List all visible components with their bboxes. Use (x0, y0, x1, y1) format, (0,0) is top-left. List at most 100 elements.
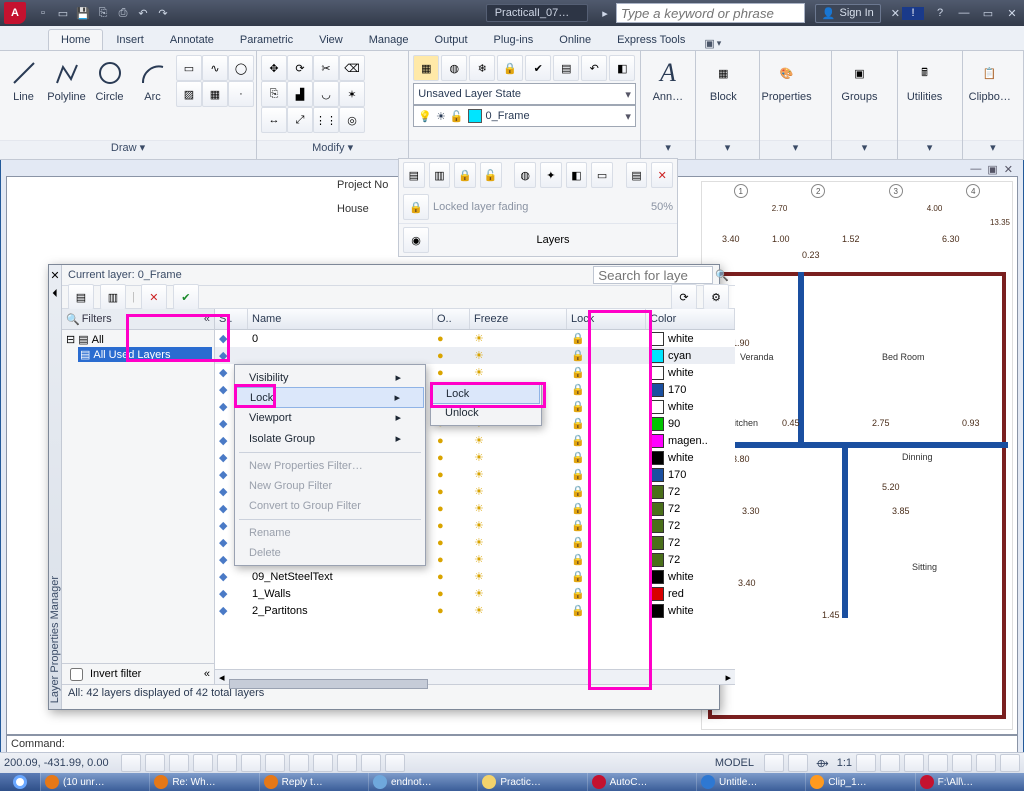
layer-state-combo[interactable]: Unsaved Layer State ▾ (413, 83, 636, 105)
new-layer-icon[interactable]: ▤ (68, 284, 94, 310)
layer-row[interactable]: ◆●☀🔒cyan (215, 347, 735, 364)
layer-row[interactable]: ◆2_Partitons●☀🔒white (215, 602, 735, 619)
explode-icon[interactable]: ✶ (339, 81, 365, 107)
array-icon[interactable]: ⋮⋮ (313, 107, 339, 133)
layer-props-icon[interactable]: ▦ (413, 55, 439, 81)
invert-filter[interactable]: Invert filter« (62, 663, 214, 684)
isolate-obj-icon[interactable] (976, 754, 996, 772)
col-freeze[interactable]: Freeze (470, 309, 567, 329)
qat-redo-icon[interactable]: ↷ (154, 4, 172, 22)
quickview-icon[interactable] (764, 754, 784, 772)
palette-close-icon[interactable]: ✕ (50, 269, 59, 282)
minimize-icon[interactable]: — (956, 7, 972, 20)
am-toggle[interactable] (385, 754, 405, 772)
ducs-toggle[interactable] (265, 754, 285, 772)
qat-open-icon[interactable]: ▭ (54, 4, 72, 22)
layer-make-icon[interactable]: ✔ (525, 55, 551, 81)
layer-tool7-icon[interactable]: ◧ (566, 162, 588, 188)
settings-icon[interactable]: ⚙ (703, 284, 729, 310)
tree-all-used[interactable]: ▤All Used Layers (78, 347, 212, 362)
taskbar-item[interactable]: Reply t… (259, 773, 368, 791)
command-line[interactable]: Command: (6, 735, 1018, 753)
qp-toggle[interactable] (337, 754, 357, 772)
col-lock[interactable]: Lock (567, 309, 646, 329)
copy-icon[interactable]: ⎘ (261, 81, 287, 107)
col-name[interactable]: Name (248, 309, 433, 329)
tab-chevron-icon[interactable]: ▾ (717, 38, 722, 49)
layer-prev-icon[interactable]: ↶ (581, 55, 607, 81)
hardware-accel-icon[interactable] (952, 754, 972, 772)
tab-home[interactable]: Home (48, 29, 103, 50)
anno-vis-icon[interactable] (856, 754, 876, 772)
layer-freeze-icon[interactable]: ❄ (469, 55, 495, 81)
move-icon[interactable]: ✥ (261, 55, 287, 81)
snap-toggle[interactable] (121, 754, 141, 772)
panel-groups[interactable]: ▣Groups▾ (832, 51, 897, 159)
mirror-icon[interactable]: ▟ (287, 81, 313, 107)
tab-online[interactable]: Online (546, 29, 604, 50)
layer-iso-icon[interactable]: ◧ (609, 55, 635, 81)
anno-scale-value[interactable]: 1:1 (837, 757, 852, 769)
ctx-isolate-group[interactable]: Isolate Group▸ (235, 428, 425, 449)
tree-all[interactable]: ⊟▤All (64, 332, 212, 347)
tab-output[interactable]: Output (422, 29, 481, 50)
palette-sidebar[interactable]: ✕ ⏴ Layer Properties Manager (49, 265, 62, 709)
polar-toggle[interactable] (193, 754, 213, 772)
scroll-left-icon[interactable]: ◂ (215, 671, 229, 684)
ellipse-icon[interactable]: ◯ (228, 55, 254, 81)
stretch-icon[interactable]: ↔ (261, 107, 287, 133)
refresh-icon[interactable]: ⟳ (671, 284, 697, 310)
tab-insert[interactable]: Insert (103, 29, 157, 50)
erase-icon[interactable]: ⌫ (339, 55, 365, 81)
doc-close-icon[interactable]: ✕ (1004, 163, 1013, 176)
layer-tool5-icon[interactable]: ◍ (514, 162, 536, 188)
tab-options-icon[interactable]: ▣ (704, 37, 714, 50)
otrack-toggle[interactable] (241, 754, 261, 772)
annotation-button[interactable]: AAnn… (645, 55, 691, 103)
offset-icon[interactable]: ◎ (339, 107, 365, 133)
help-search-input[interactable] (616, 3, 805, 23)
rotate-icon[interactable]: ⟳ (287, 55, 313, 81)
fillet-icon[interactable]: ◡ (313, 81, 339, 107)
taskbar-item[interactable]: F:\All\… (915, 773, 1024, 791)
help-icon[interactable]: ? (932, 7, 948, 20)
layer-tool8-icon[interactable]: ▭ (591, 162, 613, 188)
title-chevron-icon[interactable]: ▸ (602, 7, 608, 20)
taskbar-item[interactable]: endnot… (368, 773, 477, 791)
new-layer-vp-icon[interactable]: ▥ (100, 284, 126, 310)
qat-save-icon[interactable]: 💾 (74, 4, 92, 22)
ctx-viewport[interactable]: Viewport▸ (235, 407, 425, 428)
exchange-icon[interactable]: ✕ (891, 7, 900, 20)
qat-saveas-icon[interactable]: ⎘ (94, 4, 112, 22)
ws-switch-icon[interactable] (904, 754, 924, 772)
taskbar-item[interactable]: Re: Wh… (149, 773, 258, 791)
tab-view[interactable]: View (306, 29, 356, 50)
layer-tool4-icon[interactable]: 🔓 (480, 162, 502, 188)
layer-lock-icon[interactable]: 🔒 (497, 55, 523, 81)
polyline-button[interactable]: Polyline (47, 55, 86, 103)
anno-auto-icon[interactable] (880, 754, 900, 772)
layer-search-input[interactable] (593, 266, 713, 284)
document-title[interactable]: PracticalI_07… (486, 4, 589, 22)
osnap-toggle[interactable] (217, 754, 237, 772)
delete-layer-icon[interactable]: ✕ (141, 284, 167, 310)
palette-pin-icon[interactable]: ⏴ (52, 288, 58, 301)
notify-icon[interactable]: ! (902, 7, 924, 20)
layer-tool9-icon[interactable]: ▤ (626, 162, 648, 188)
circle-button[interactable]: Circle (90, 55, 129, 103)
col-on[interactable]: O.. (433, 309, 470, 329)
doc-min-icon[interactable]: — (970, 163, 981, 176)
panel-block[interactable]: ▦Block▾ (696, 51, 759, 159)
close-icon[interactable]: ✕ (1004, 7, 1020, 20)
quicklayout-icon[interactable] (788, 754, 808, 772)
grid-toggle[interactable] (145, 754, 165, 772)
layer-off-icon[interactable]: ◍ (441, 55, 467, 81)
qat-print-icon[interactable]: ⎙ (114, 4, 132, 22)
tab-annotate[interactable]: Annotate (157, 29, 227, 50)
layer-row[interactable]: ◆09_NetSteelText●☀🔒white (215, 568, 735, 585)
set-current-icon[interactable]: ✔ (173, 284, 199, 310)
ctx-visibility[interactable]: Visibility▸ (235, 367, 425, 388)
ctx-sub-lock[interactable]: Lock (432, 384, 540, 404)
layer-tool2-icon[interactable]: ▥ (429, 162, 451, 188)
layer-tool6-icon[interactable]: ✦ (540, 162, 562, 188)
